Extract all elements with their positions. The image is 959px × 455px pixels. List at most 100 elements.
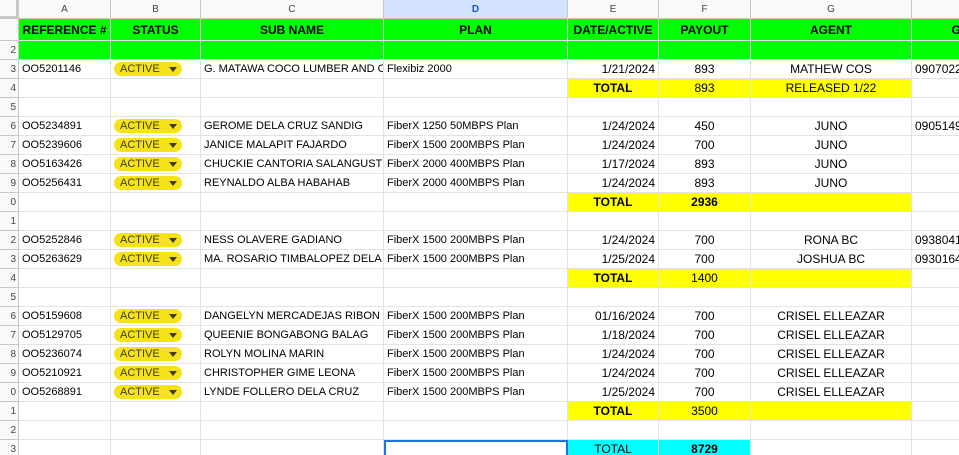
sub-name-cell[interactable]: QUEENIE BONGABONG BALAG [201, 326, 384, 345]
sub-name-cell[interactable]: G. MATAWA COCO LUMBER AND CON [201, 60, 384, 79]
empty-cell[interactable] [384, 421, 568, 440]
empty-cell[interactable] [201, 79, 384, 98]
plan-cell[interactable]: FiberX 2000 400MBPS Plan [384, 155, 568, 174]
sub-name-header[interactable]: SUB NAME [201, 19, 384, 41]
row-header[interactable]: 3 [0, 60, 19, 79]
green-band-cell[interactable] [568, 41, 659, 60]
column-header-d[interactable]: D [384, 0, 568, 19]
empty-cell[interactable] [568, 212, 659, 231]
column-header-partial[interactable] [912, 0, 959, 19]
payout-cell[interactable]: 700 [659, 345, 751, 364]
column-header-b[interactable]: B [111, 0, 201, 19]
row-header[interactable]: 9 [0, 174, 19, 193]
empty-cell[interactable] [111, 440, 201, 455]
gc-header[interactable]: GC [912, 19, 959, 41]
empty-cell[interactable] [659, 421, 751, 440]
row-header[interactable]: 5 [0, 288, 19, 307]
payout-cell[interactable]: 893 [659, 155, 751, 174]
status-dropdown-chip[interactable]: ACTIVE [114, 138, 182, 152]
date-active-cell[interactable]: 1/25/2024 [568, 250, 659, 269]
agent-cell[interactable]: JOSHUA BC [751, 250, 912, 269]
empty-cell[interactable] [384, 402, 568, 421]
date-active-cell[interactable]: 1/24/2024 [568, 231, 659, 250]
plan-cell[interactable]: FiberX 2000 400MBPS Plan [384, 174, 568, 193]
status-header[interactable]: STATUS [111, 19, 201, 41]
green-band-cell[interactable] [111, 41, 201, 60]
empty-cell[interactable] [111, 79, 201, 98]
empty-cell[interactable] [19, 212, 111, 231]
payout-cell[interactable]: 700 [659, 250, 751, 269]
empty-cell[interactable] [751, 288, 912, 307]
payout-header[interactable]: PAYOUT [659, 19, 751, 41]
grand-total-label[interactable]: TOTAL [568, 440, 659, 455]
gc-cell[interactable] [912, 174, 959, 193]
row-header[interactable]: 2 [0, 41, 19, 60]
empty-cell[interactable] [912, 421, 959, 440]
reference-header[interactable]: REFERENCE # [19, 19, 111, 41]
column-header-e[interactable]: E [568, 0, 659, 19]
date-active-header[interactable]: DATE/ACTIVE [568, 19, 659, 41]
empty-cell[interactable] [19, 421, 111, 440]
payout-cell[interactable]: 700 [659, 231, 751, 250]
payout-cell[interactable]: 700 [659, 383, 751, 402]
status-dropdown-chip[interactable]: ACTIVE [114, 176, 182, 190]
payout-cell[interactable]: 700 [659, 136, 751, 155]
payout-cell[interactable]: 700 [659, 307, 751, 326]
plan-cell[interactable]: FiberX 1500 200MBPS Plan [384, 231, 568, 250]
plan-cell[interactable]: FiberX 1500 200MBPS Plan [384, 345, 568, 364]
empty-cell[interactable] [912, 98, 959, 117]
status-cell[interactable]: ACTIVE [111, 60, 201, 79]
select-all-corner[interactable] [0, 0, 19, 19]
sub-name-cell[interactable]: GEROME DELA CRUZ SANDIG [201, 117, 384, 136]
total-label-cell[interactable]: TOTAL [568, 79, 659, 98]
status-cell[interactable]: ACTIVE [111, 345, 201, 364]
sub-name-cell[interactable]: REYNALDO ALBA HABAHAB [201, 174, 384, 193]
agent-cell[interactable]: JUNO [751, 136, 912, 155]
sub-name-cell[interactable]: CHRISTOPHER GIME LEONA [201, 364, 384, 383]
date-active-cell[interactable]: 1/24/2024 [568, 174, 659, 193]
row-header[interactable]: 6 [0, 307, 19, 326]
sub-name-cell[interactable]: LYNDE FOLLERO DELA CRUZ [201, 383, 384, 402]
gc-cell[interactable] [912, 345, 959, 364]
empty-cell[interactable] [912, 269, 959, 288]
column-header-a[interactable]: A [19, 0, 111, 19]
gc-cell[interactable]: 0938041 [912, 231, 959, 250]
reference-cell[interactable]: OO5268891 [19, 383, 111, 402]
empty-cell[interactable] [19, 440, 111, 455]
empty-cell[interactable] [111, 402, 201, 421]
total-label-cell[interactable]: TOTAL [568, 193, 659, 212]
status-dropdown-chip[interactable]: ACTIVE [114, 233, 182, 247]
gc-cell[interactable]: 0905149 [912, 117, 959, 136]
row-header[interactable]: 2 [0, 421, 19, 440]
plan-cell[interactable]: FiberX 1250 50MBPS Plan [384, 117, 568, 136]
gc-cell[interactable] [912, 364, 959, 383]
gc-cell[interactable] [912, 155, 959, 174]
reference-cell[interactable]: OO5256431 [19, 174, 111, 193]
gc-cell[interactable]: 0907022 [912, 60, 959, 79]
plan-cell[interactable]: FiberX 1500 200MBPS Plan [384, 383, 568, 402]
empty-cell[interactable] [19, 402, 111, 421]
gc-cell[interactable] [912, 307, 959, 326]
status-dropdown-chip[interactable]: ACTIVE [114, 328, 182, 342]
sub-name-cell[interactable]: JANICE MALAPIT FAJARDO [201, 136, 384, 155]
status-cell[interactable]: ACTIVE [111, 117, 201, 136]
status-cell[interactable]: ACTIVE [111, 364, 201, 383]
date-active-cell[interactable]: 1/18/2024 [568, 326, 659, 345]
total-label-cell[interactable]: TOTAL [568, 402, 659, 421]
payout-cell[interactable]: 700 [659, 364, 751, 383]
row-header[interactable]: 4 [0, 79, 19, 98]
empty-cell[interactable] [19, 79, 111, 98]
status-cell[interactable]: ACTIVE [111, 136, 201, 155]
agent-header[interactable]: AGENT [751, 19, 912, 41]
reference-cell[interactable]: OO5263629 [19, 250, 111, 269]
green-band-cell[interactable] [912, 41, 959, 60]
status-cell[interactable]: ACTIVE [111, 250, 201, 269]
agent-cell[interactable]: JUNO [751, 155, 912, 174]
agent-cell[interactable]: CRISEL ELLEAZAR [751, 364, 912, 383]
empty-cell[interactable] [111, 269, 201, 288]
empty-cell[interactable] [111, 421, 201, 440]
green-band-cell[interactable] [384, 41, 568, 60]
gc-cell[interactable] [912, 326, 959, 345]
status-dropdown-chip[interactable]: ACTIVE [114, 347, 182, 361]
reference-cell[interactable]: OO5129705 [19, 326, 111, 345]
